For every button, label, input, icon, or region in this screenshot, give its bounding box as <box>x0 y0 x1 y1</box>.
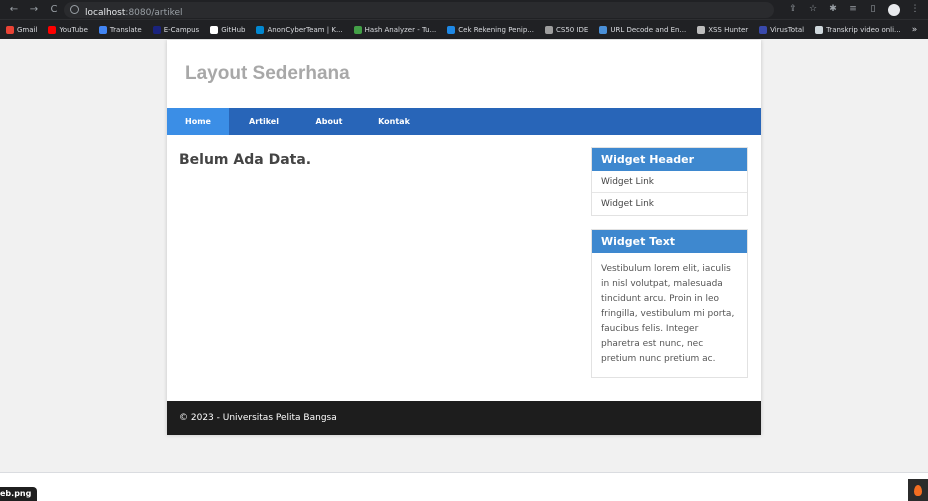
bookmark-favicon-icon <box>815 25 824 34</box>
bookmark-item[interactable]: Gmail <box>6 25 38 34</box>
toolbar-actions: ⇪ ☆ ✱ ≡ ▯ ⋮ <box>788 3 920 16</box>
bookmark-label: Cek Rekening Penip... <box>458 25 534 34</box>
bookmark-label: VirusTotal <box>770 25 805 34</box>
url-path: :8080/artikel <box>125 8 183 18</box>
bookmark-item[interactable]: VirusTotal <box>759 25 805 34</box>
url-host: localhost <box>85 8 126 18</box>
back-icon[interactable]: ← <box>6 2 22 18</box>
bookmark-label: CS50 IDE <box>555 25 589 34</box>
bookmark-favicon-icon <box>599 25 608 34</box>
widget-header-title: Widget Header <box>592 148 747 171</box>
bookmark-label: Gmail <box>17 25 38 34</box>
nav-about[interactable]: About <box>299 108 359 135</box>
bookmark-favicon-icon <box>544 25 553 34</box>
site-title: Layout Sederhana <box>185 63 350 84</box>
nav-artikel[interactable]: Artikel <box>229 108 299 135</box>
side-panel-icon[interactable]: ▯ <box>868 4 878 16</box>
bookmark-favicon-icon <box>353 25 362 34</box>
media-queue-icon[interactable]: ≡ <box>848 4 858 16</box>
page-viewport: Layout Sederhana Home Artikel About Kont… <box>0 40 928 472</box>
bookmark-favicon-icon <box>152 25 161 34</box>
bookmark-favicon-icon <box>759 25 768 34</box>
sidebar: Widget Header Widget Link Widget Link Wi… <box>591 147 748 391</box>
bookmark-item[interactable]: Translate <box>98 25 142 34</box>
widget-text-title: Widget Text <box>592 230 747 253</box>
bookmark-favicon-icon <box>256 25 265 34</box>
bookmarks-bar: Gmail YouTube Translate E-Campus GitHub AnonC… <box>0 19 928 39</box>
forward-icon[interactable]: → <box>26 2 42 18</box>
bookmark-label: E-Campus <box>163 25 200 34</box>
address-bar[interactable]: localhost:8080/artikel <box>64 1 774 18</box>
bookmark-favicon-icon <box>6 25 14 34</box>
bookmark-label: XSS Hunter <box>708 25 749 34</box>
bookmark-label: Transkrip video onli... <box>826 25 901 34</box>
download-bar: eb.png <box>0 472 928 501</box>
bookmark-item[interactable]: GitHub <box>210 25 246 34</box>
bookmarks-overflow-icon[interactable]: » <box>912 25 918 35</box>
bookmark-favicon-icon <box>98 25 107 34</box>
share-icon[interactable]: ⇪ <box>788 4 798 16</box>
bookmark-item[interactable]: Cek Rekening Penip... <box>447 25 534 34</box>
empty-state-text: Belum Ada Data. <box>179 152 312 168</box>
bookmark-label: URL Decode and En... <box>610 25 687 34</box>
site-header: Layout Sederhana <box>167 40 761 108</box>
bookmark-label: AnonCyberTeam | K... <box>267 25 343 34</box>
site-info-icon[interactable] <box>70 5 79 14</box>
site-container: Layout Sederhana Home Artikel About Kont… <box>167 40 761 435</box>
profile-avatar[interactable] <box>888 3 900 16</box>
bookmark-favicon-icon <box>48 25 57 34</box>
bookmark-item[interactable]: E-Campus <box>152 25 200 34</box>
nav-home[interactable]: Home <box>167 108 229 135</box>
fire-icon[interactable] <box>908 479 928 501</box>
bookmark-label: Translate <box>109 25 142 34</box>
footer-text: © 2023 - Universitas Pelita Bangsa <box>179 413 337 423</box>
nav-kontak[interactable]: Kontak <box>359 108 429 135</box>
bookmark-label: Hash Analyzer - Tu... <box>364 25 437 34</box>
menu-icon[interactable]: ⋮ <box>910 4 920 16</box>
bookmark-item[interactable]: YouTube <box>48 25 88 34</box>
widget-link[interactable]: Widget Link <box>592 193 747 215</box>
download-item[interactable]: eb.png <box>0 487 38 501</box>
bookmark-item[interactable]: XSS Hunter <box>697 25 749 34</box>
bookmark-item[interactable]: Hash Analyzer - Tu... <box>353 25 437 34</box>
bookmark-favicon-icon <box>697 25 706 34</box>
bookmark-item[interactable]: AnonCyberTeam | K... <box>256 25 343 34</box>
bookmark-favicon-icon <box>210 25 219 34</box>
bookmark-label: YouTube <box>59 25 88 34</box>
site-footer: © 2023 - Universitas Pelita Bangsa <box>167 401 761 435</box>
widget-links: Widget Header Widget Link Widget Link <box>591 147 748 216</box>
extensions-icon[interactable]: ✱ <box>828 4 838 16</box>
bookmark-favicon-icon <box>447 25 456 34</box>
bookmark-item[interactable]: Transkrip video onli... <box>815 25 901 34</box>
bookmark-label: GitHub <box>221 25 246 34</box>
widget-text: Widget Text Vestibulum lorem elit, iacul… <box>591 229 748 378</box>
bookmark-star-icon[interactable]: ☆ <box>808 4 818 16</box>
nav-buttons: ← → C <box>0 2 64 18</box>
reload-icon[interactable]: C <box>46 2 62 18</box>
widget-text-body: Vestibulum lorem elit, iaculis in nisl v… <box>601 264 735 364</box>
bookmark-item[interactable]: URL Decode and En... <box>599 25 687 34</box>
main-nav: Home Artikel About Kontak <box>167 108 761 135</box>
main-content: Belum Ada Data. <box>179 152 311 168</box>
browser-toolbar: ← → C localhost:8080/artikel ⇪ ☆ ✱ ≡ ▯ ⋮ <box>0 0 928 19</box>
bookmark-item[interactable]: CS50 IDE <box>544 25 589 34</box>
widget-link[interactable]: Widget Link <box>592 171 747 193</box>
